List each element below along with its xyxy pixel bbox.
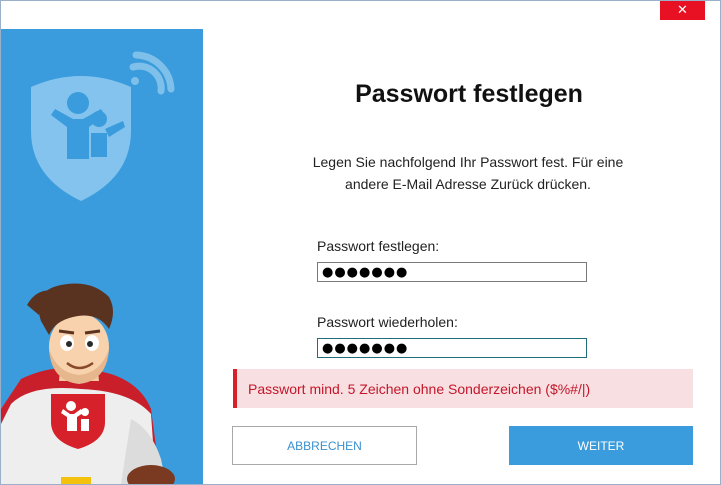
repeat-password-label: Passwort wiederholen: [317,314,458,330]
wifi-signal-icon [129,51,175,95]
setup-window: ✕ Passwort festlegen Legen Sie nachfolge… [0,0,721,485]
page-title: Passwort festlegen [355,80,583,108]
cancel-button[interactable]: ABBRECHEN [232,426,417,465]
shield-logo-icon [31,76,131,201]
cancel-button-label: ABBRECHEN [287,438,362,453]
close-button[interactable]: ✕ [660,0,705,20]
close-icon: ✕ [677,2,688,18]
sidebar-illustration [1,29,203,484]
next-button-label: WEITER [577,438,625,453]
next-button[interactable]: WEITER [509,426,693,465]
error-message: Passwort mind. 5 Zeichen ohne Sonderzeic… [233,369,693,408]
superhero-mascot-image [1,283,175,484]
instruction-text: Legen Sie nachfolgend Ihr Passwort fest.… [312,154,624,192]
password-input[interactable]: ●●●●●●● [317,262,587,282]
repeat-password-input[interactable]: ●●●●●●● [317,338,587,358]
error-message-text: Passwort mind. 5 Zeichen ohne Sonderzeic… [248,380,591,397]
password-label: Passwort festlegen: [317,238,440,254]
illustration-graphic [1,51,175,484]
